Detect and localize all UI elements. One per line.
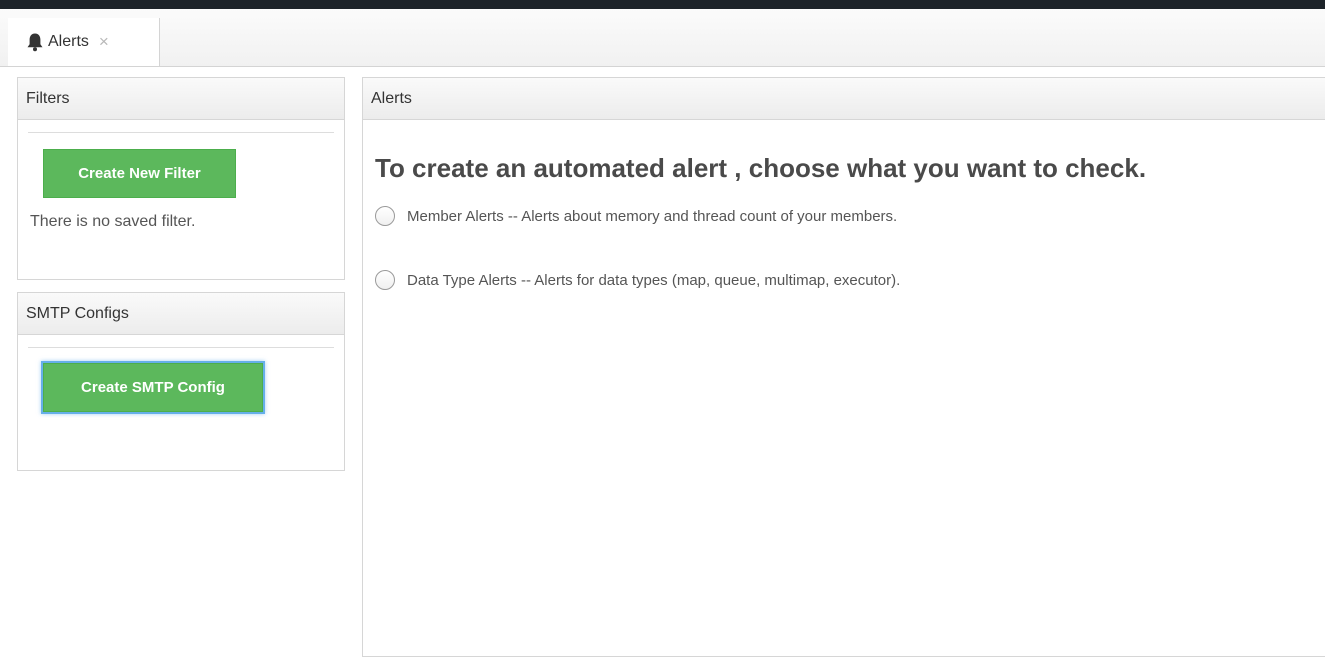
bell-icon [26, 32, 44, 52]
alerts-heading: To create an automated alert , choose wh… [375, 153, 1147, 183]
alerts-panel-title: Alerts [363, 78, 1325, 120]
top-bar [0, 0, 1325, 9]
smtp-configs-panel: SMTP Configs Create SMTP Config [17, 292, 345, 471]
tab-label: Alerts [48, 33, 89, 50]
alerts-panel: Alerts To create an automated alert , ch… [362, 77, 1325, 657]
data-type-alerts-radio[interactable] [375, 270, 395, 290]
create-new-filter-button[interactable]: Create New Filter [43, 149, 236, 198]
divider [28, 132, 334, 133]
filters-panel-title: Filters [18, 78, 344, 120]
no-saved-filter-text: There is no saved filter. [30, 213, 196, 230]
member-alerts-label: Member Alerts -- Alerts about memory and… [407, 207, 898, 225]
data-type-alerts-label: Data Type Alerts -- Alerts for data type… [407, 271, 901, 289]
data-type-alerts-option[interactable]: Data Type Alerts -- Alerts for data type… [375, 270, 900, 290]
member-alerts-radio[interactable] [375, 206, 395, 226]
divider [28, 347, 334, 348]
tab-alerts[interactable]: Alerts × [8, 18, 160, 66]
filters-panel: Filters Create New Filter There is no sa… [17, 77, 345, 280]
close-icon[interactable]: × [99, 32, 109, 52]
member-alerts-option[interactable]: Member Alerts -- Alerts about memory and… [375, 206, 897, 226]
create-smtp-config-button[interactable]: Create SMTP Config [43, 363, 263, 412]
smtp-configs-panel-title: SMTP Configs [18, 293, 344, 335]
tab-strip: Alerts × [0, 9, 1325, 67]
